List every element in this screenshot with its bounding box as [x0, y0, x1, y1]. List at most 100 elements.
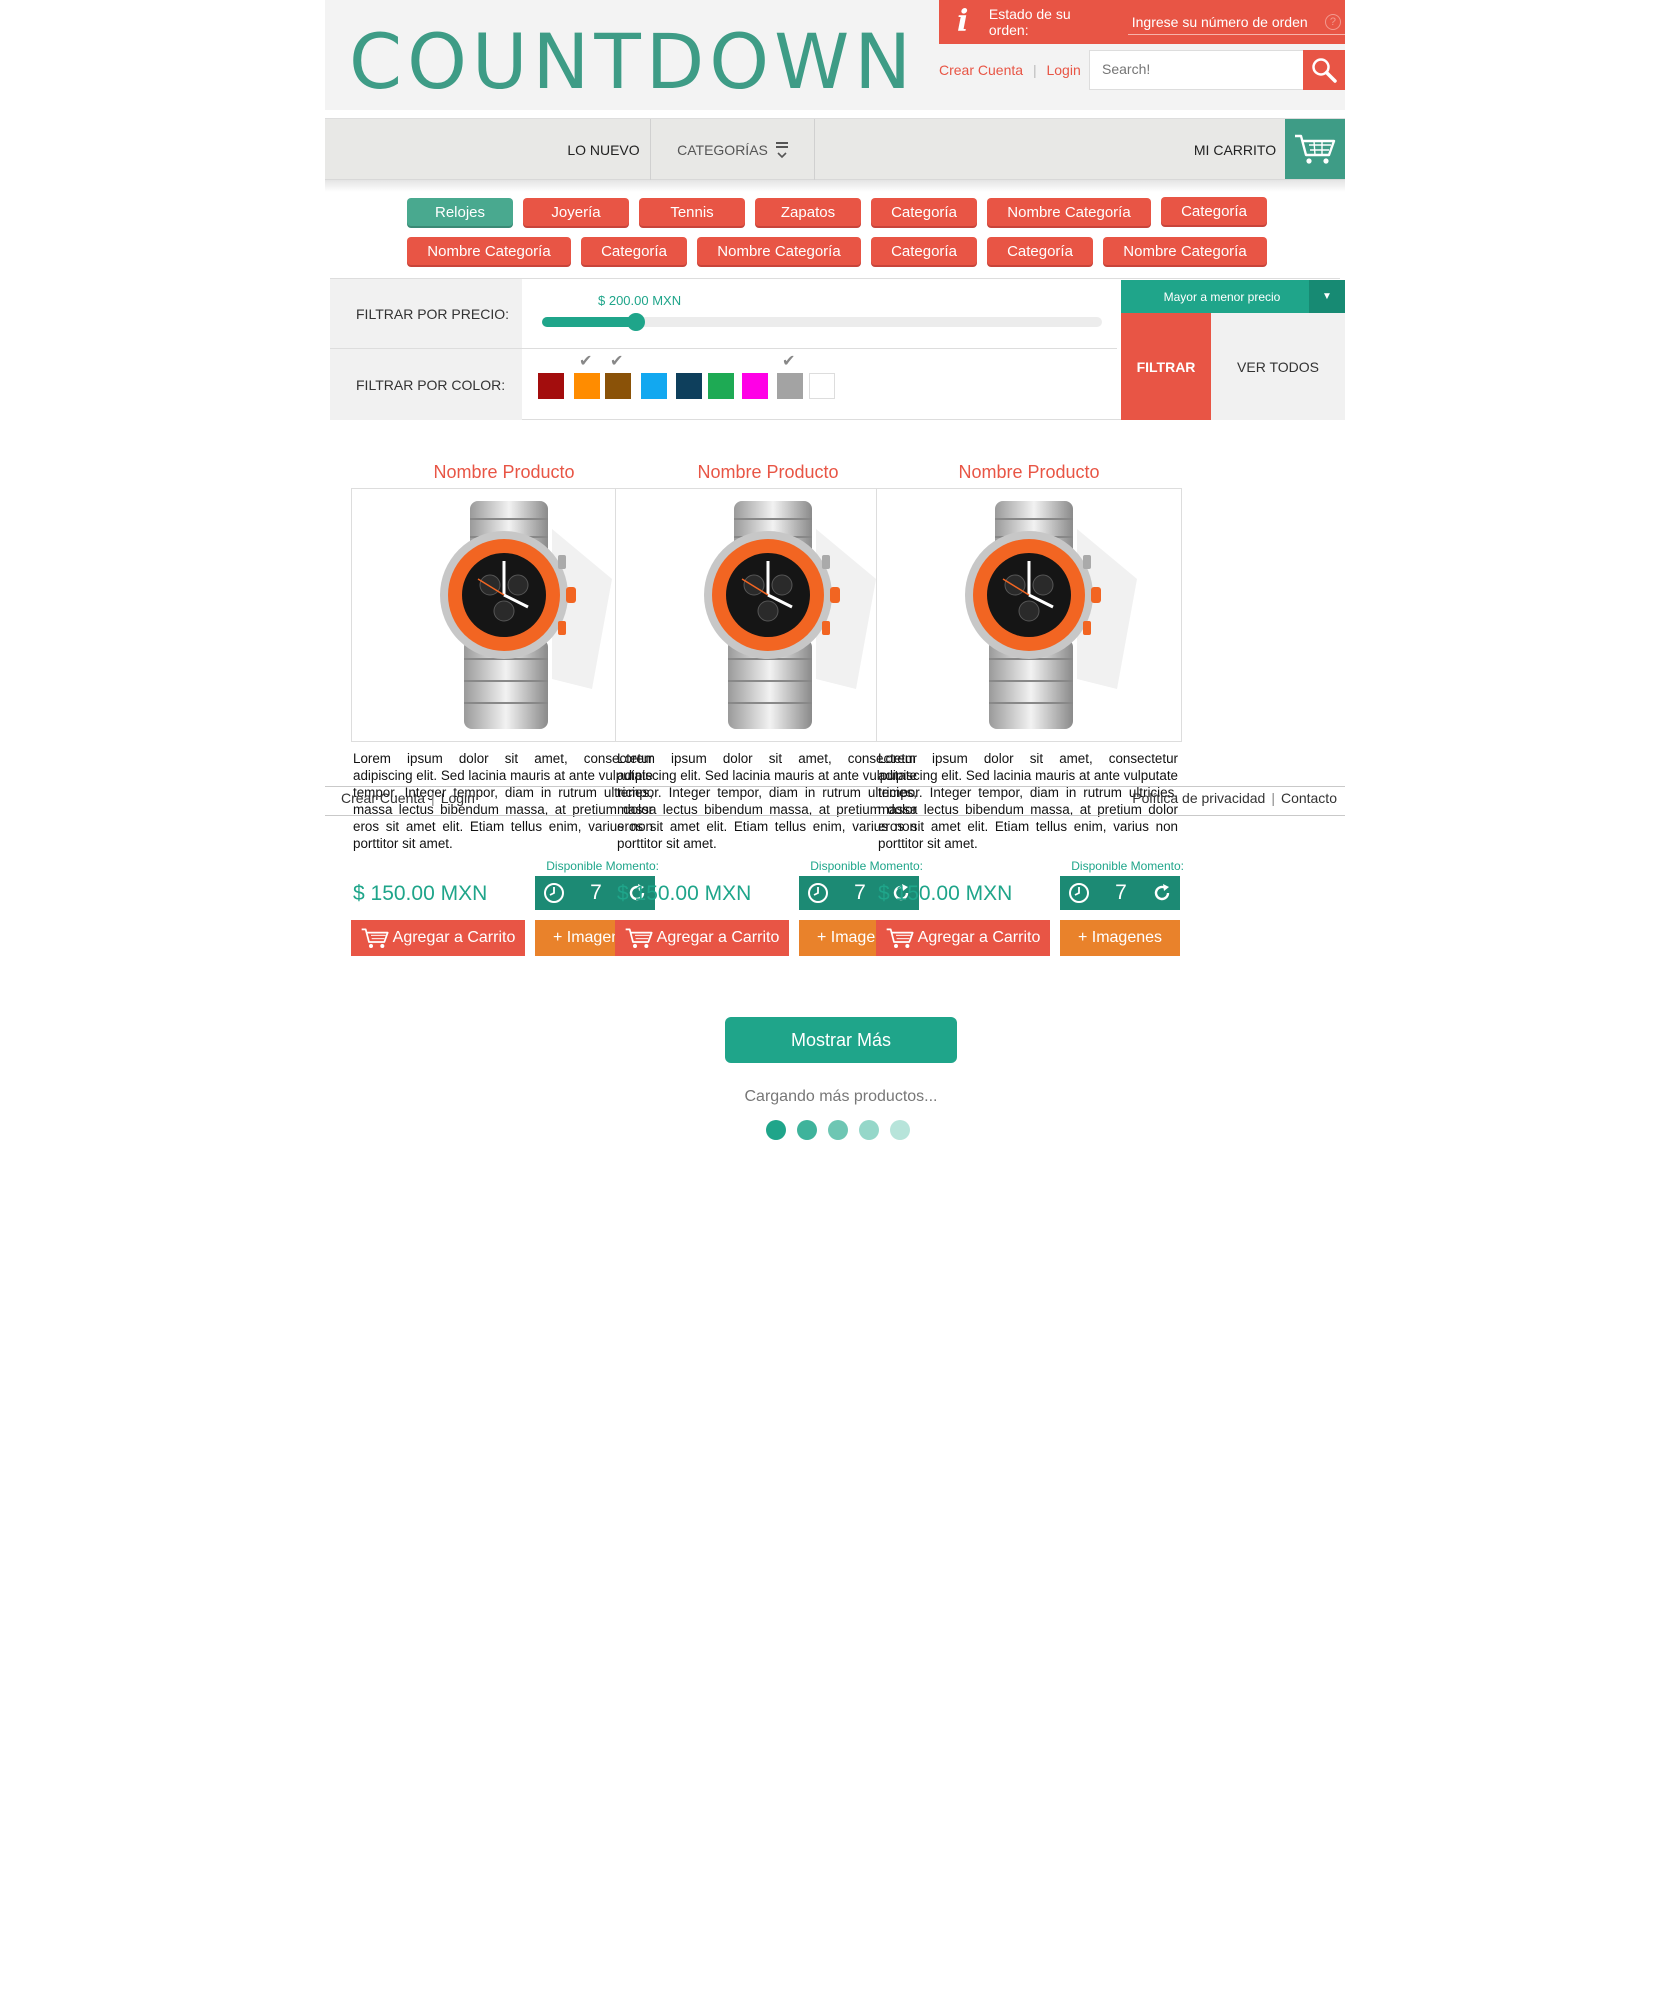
nav-cart-label: MI CARRITO: [1193, 142, 1277, 158]
product-price: $ 150.00 MXN: [617, 882, 752, 905]
price-slider-handle[interactable]: [627, 313, 645, 331]
product-image[interactable]: [351, 488, 657, 742]
menu-icon: [775, 138, 788, 163]
add-to-cart-label: Agregar a Carrito: [392, 929, 516, 946]
add-to-cart-button[interactable]: Agregar a Carrito: [876, 920, 1050, 956]
nav-new[interactable]: LO NUEVO: [557, 119, 651, 181]
nav-categories-label: CATEGORÍAS: [677, 142, 768, 158]
search-input[interactable]: [1090, 51, 1300, 87]
add-to-cart-label: Agregar a Carrito: [917, 929, 1041, 946]
clock-icon: [544, 883, 564, 903]
category-chip-joyeria[interactable]: Joyería: [523, 198, 629, 226]
nav-new-label: LO NUEVO: [567, 142, 640, 158]
color-filter-label: FILTRAR POR COLOR:: [330, 349, 522, 420]
add-to-cart-button[interactable]: Agregar a Carrito: [351, 920, 525, 956]
color-swatch-white[interactable]: [809, 373, 835, 399]
check-icon: ✔: [610, 353, 624, 370]
price-slider-fill: [542, 317, 636, 327]
color-swatch-magenta[interactable]: [742, 373, 768, 399]
color-swatch-orange[interactable]: ✔: [574, 353, 600, 399]
color-swatch-dark-red[interactable]: [538, 373, 564, 399]
help-icon[interactable]: ?: [1324, 13, 1341, 30]
price-slider-value: $ 200.00 MXN: [598, 293, 682, 308]
category-chip-zapatos[interactable]: Zapatos: [755, 198, 861, 226]
link-separator: |: [1032, 62, 1037, 78]
product-description: Lorem ipsum dolor sit amet, consectetur …: [617, 751, 917, 851]
loading-dot: [859, 1120, 879, 1140]
nav-shadow: [325, 180, 1345, 192]
view-all-button[interactable]: VER TODOS: [1211, 313, 1345, 420]
footer-create-account-link[interactable]: Crear Cuenta: [341, 790, 425, 806]
footer-divider: [325, 786, 1345, 787]
cart-icon: [625, 928, 653, 948]
order-number-input[interactable]: Ingrese su número de orden ?: [1127, 9, 1345, 35]
footer-separator: |: [431, 790, 435, 806]
category-chip-relojes[interactable]: Relojes: [407, 198, 513, 226]
category-chip[interactable]: Nombre Categoría: [987, 198, 1151, 226]
color-swatch-sky-blue[interactable]: [641, 373, 667, 399]
filter-button[interactable]: FILTRAR: [1121, 313, 1211, 420]
availability-label: Disponible Momento:: [810, 859, 923, 873]
price-slider[interactable]: [542, 313, 1102, 331]
color-swatch-brown[interactable]: ✔: [605, 353, 631, 399]
category-chip-tennis[interactable]: Tennis: [639, 198, 745, 226]
refresh-icon[interactable]: [1152, 883, 1172, 903]
availability-count: 7: [1115, 881, 1127, 904]
watch-image: [965, 501, 1137, 729]
category-chip[interactable]: Categoría: [1161, 197, 1267, 225]
add-to-cart-button[interactable]: Agregar a Carrito: [615, 920, 789, 956]
product-name[interactable]: Nombre Producto: [351, 462, 657, 486]
search-icon: [1312, 58, 1337, 83]
add-to-cart-label: Agregar a Carrito: [656, 929, 780, 946]
availability-count: 7: [854, 881, 866, 904]
product-image[interactable]: [876, 488, 1182, 742]
loading-dot: [766, 1120, 786, 1140]
footer-account-links: Crear Cuenta | Login: [341, 790, 475, 806]
dropdown-arrow-icon: ▼: [1309, 280, 1345, 313]
loading-dot: [797, 1120, 817, 1140]
main-nav: LO NUEVO CATEGORÍAS MI CARRITO: [325, 118, 1345, 181]
info-icon: i: [957, 4, 969, 39]
cart-button[interactable]: [1285, 119, 1345, 179]
search-button[interactable]: [1303, 50, 1345, 90]
header: COUNTDOWN i Estado de su orden: Ingrese …: [325, 0, 1345, 110]
category-chip[interactable]: Categoría: [871, 198, 977, 226]
clock-icon: [808, 883, 828, 903]
nav-cart[interactable]: MI CARRITO: [1185, 119, 1285, 181]
color-swatch-navy[interactable]: [676, 373, 702, 399]
show-more-button[interactable]: Mostrar Más: [725, 1017, 957, 1063]
availability-counter: 7: [1060, 876, 1180, 910]
clock-icon: [1069, 883, 1089, 903]
logo[interactable]: COUNTDOWN: [349, 24, 916, 100]
category-chip[interactable]: Categoría: [871, 237, 977, 265]
color-swatch-green[interactable]: [708, 373, 734, 399]
nav-categories[interactable]: CATEGORÍAS: [651, 119, 815, 181]
filter-panel: FILTRAR POR PRECIO: $ 200.00 MXN FILTRAR…: [330, 278, 1345, 420]
category-chip[interactable]: Nombre Categoría: [407, 237, 571, 265]
color-swatch-gray[interactable]: ✔: [777, 353, 803, 399]
footer-divider: [325, 815, 1345, 816]
loading-dot: [828, 1120, 848, 1140]
product-name[interactable]: Nombre Producto: [876, 462, 1182, 486]
page: COUNTDOWN i Estado de su orden: Ingrese …: [325, 0, 1345, 1150]
order-number-placeholder: Ingrese su número de orden: [1131, 13, 1308, 30]
loading-text: Cargando más productos...: [744, 1088, 938, 1105]
product-price: $ 150.00 MXN: [878, 882, 1013, 905]
sort-dropdown[interactable]: Mayor a menor precio ▼: [1121, 280, 1345, 313]
more-images-button[interactable]: + Imagenes: [1060, 920, 1180, 956]
category-chip[interactable]: Categoría: [987, 237, 1093, 265]
category-chip[interactable]: Categoría: [581, 237, 687, 265]
search-box: [1089, 50, 1345, 90]
footer-login-link[interactable]: Login: [441, 790, 475, 806]
category-chip[interactable]: Nombre Categoría: [697, 237, 861, 265]
footer-contact-link[interactable]: Contacto: [1281, 790, 1337, 806]
footer-info-links: Política de privacidad | Contacto: [1132, 790, 1337, 806]
color-swatches: ✔ ✔ ✔: [522, 349, 1117, 420]
footer-privacy-link[interactable]: Política de privacidad: [1132, 790, 1265, 806]
loading-dots: [766, 1120, 916, 1142]
check-icon: ✔: [782, 353, 796, 370]
login-link[interactable]: Login: [1046, 62, 1080, 78]
category-chip[interactable]: Nombre Categoría: [1103, 237, 1267, 265]
order-status-bar: i Estado de su orden: Ingrese su número …: [939, 0, 1345, 44]
create-account-link[interactable]: Crear Cuenta: [939, 62, 1023, 78]
